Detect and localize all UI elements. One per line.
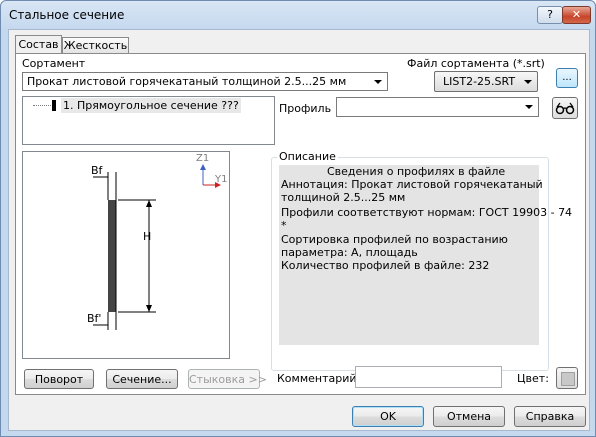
description-line: Сортировка профилей по возрастанию (281, 233, 508, 246)
description-line: Количество профилей в файле: 232 (281, 259, 490, 272)
dialog-window: Стальное сечение ? ✕ Состав Жесткость Со… (0, 0, 596, 437)
section-tree: 1. Прямоугольное сечение ??? (22, 96, 275, 145)
plate-section-icon (52, 100, 56, 111)
color-picker-button[interactable] (556, 367, 578, 389)
description-line: * (281, 219, 287, 232)
dialog-client-area: Состав Жесткость Сортамент Прокат листов… (8, 29, 590, 431)
tree-connector (33, 105, 51, 106)
tree-item[interactable]: 1. Прямоугольное сечение ??? (61, 98, 241, 113)
color-label: Цвет: (517, 372, 549, 385)
description-line: Аннотация: Прокат листовой горячекатаный (281, 178, 543, 191)
glasses-icon (555, 102, 575, 115)
title-bar[interactable]: Стальное сечение ? ✕ (1, 1, 595, 29)
browse-file-button[interactable]: ... (556, 68, 578, 88)
profile-select[interactable] (336, 97, 539, 117)
comment-label: Комментарий: (277, 372, 361, 385)
window-title: Стальное сечение (9, 8, 125, 22)
tab-composition[interactable]: Состав (15, 35, 62, 54)
description-line: Сведения о профилях в файле (327, 165, 506, 178)
rotate-button[interactable]: Поворот (24, 369, 94, 389)
cancel-button[interactable]: Отмена (433, 406, 505, 427)
joint-button[interactable]: Стыковка >> (188, 369, 267, 389)
assortment-select[interactable]: Прокат листовой горячекатаный толщиной 2… (22, 72, 388, 91)
description-text: Сведения о профилях в файле Аннотация: П… (279, 165, 572, 345)
chevron-down-icon (374, 80, 382, 84)
section-button[interactable]: Сечение... (106, 369, 178, 389)
chevron-down-icon (524, 80, 532, 84)
tab-panel-composition: Сортамент Прокат листовой горячекатаный … (15, 53, 586, 395)
axis-z-label: Z1 (196, 153, 210, 164)
axis-y-label: Y1 (215, 174, 228, 185)
description-line: толщиной 2.5...25 мм (281, 191, 406, 204)
description-line: Профили соответствуют нормам: ГОСТ 19903… (281, 206, 573, 219)
assortment-file-select[interactable]: LIST2-25.SRT (434, 71, 538, 92)
view-profile-button[interactable] (552, 97, 578, 119)
comment-field[interactable] (355, 366, 502, 388)
profile-label: Профиль (279, 102, 332, 115)
assortment-file-label: Файл сортамента (*.srt) (407, 57, 545, 70)
assortment-value: Прокат листовой горячекатаный толщиной 2… (27, 75, 347, 88)
close-button[interactable]: ✕ (562, 6, 591, 24)
description-line: параметра: A, площадь (281, 246, 418, 259)
color-swatch (561, 372, 575, 386)
section-diagram: Bf H Bf' Z1 Y1 (22, 151, 230, 359)
tab-stiffness[interactable]: Жесткость (62, 37, 129, 53)
chevron-down-icon (525, 105, 533, 109)
bf-top-label: Bf (91, 164, 103, 177)
assortment-label: Сортамент (22, 57, 86, 70)
description-group: Описание Сведения о профилях в файле Анн… (271, 150, 572, 371)
assortment-file-value: LIST2-25.SRT (443, 75, 516, 88)
ok-button[interactable]: OK (352, 406, 424, 427)
section-drawing (93, 164, 221, 330)
help-button[interactable]: Справка (514, 406, 586, 427)
bf-bottom-label: Bf' (87, 312, 102, 325)
h-label: H (143, 230, 152, 243)
help-title-button[interactable]: ? (537, 6, 563, 24)
description-group-title: Описание (277, 150, 338, 163)
